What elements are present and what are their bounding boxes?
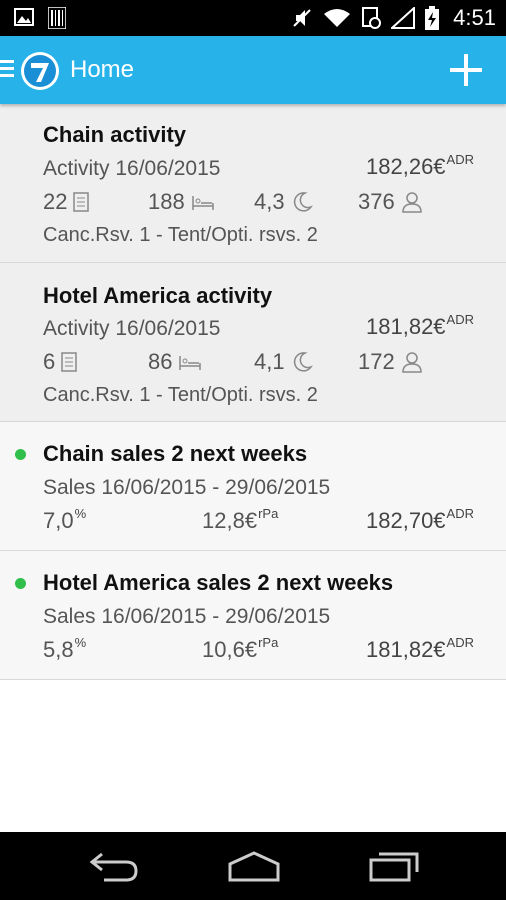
date-line: Sales 16/06/2015 - 29/06/2015: [43, 605, 331, 628]
document-icon: [61, 352, 77, 372]
stat-guests: 376: [358, 189, 423, 215]
recents-icon[interactable]: [368, 850, 420, 882]
card-chain-sales[interactable]: Chain sales 2 next weeks Sales 16/06/201…: [0, 422, 506, 551]
stat-avg-stay: 4,1: [254, 349, 313, 375]
image-icon: [14, 8, 34, 26]
cancellations-line: Canc.Rsv. 1 - Tent/Opti. rsvs. 2: [43, 384, 318, 406]
stat-avg-stay: 4,3: [254, 189, 313, 215]
status-bar: 4:51: [0, 0, 506, 36]
rpa-value: 12,8€rPa: [202, 506, 279, 533]
date-line: Sales 16/06/2015 - 29/06/2015: [43, 476, 331, 499]
system-nav-bar: [0, 832, 506, 900]
sync-icon: [362, 7, 382, 29]
adr-value: 181,82€ADR: [366, 312, 474, 339]
bed-icon: [191, 196, 214, 210]
signal-icon: [391, 7, 416, 29]
wifi-icon: [324, 9, 351, 27]
app-logo[interactable]: [20, 51, 60, 91]
battery-icon: [425, 6, 440, 30]
page-title: Home: [70, 56, 135, 83]
status-indicator: [15, 578, 26, 589]
adr-value: 182,26€ADR: [366, 152, 474, 179]
card-hotel-america-activity[interactable]: Hotel America activity Activity 16/06/20…: [0, 263, 506, 422]
date-line: Activity 16/06/2015: [43, 317, 221, 340]
status-indicator: [15, 449, 26, 460]
stat-nights: 188: [148, 189, 215, 215]
card-chain-activity[interactable]: Chain activity Activity 16/06/2015 182,2…: [0, 104, 506, 263]
barcode-icon: [48, 7, 66, 29]
card-title: Chain activity: [43, 122, 187, 147]
clock: 4:51: [453, 5, 496, 30]
occupancy-pct: 7,0%: [43, 506, 87, 533]
mute-icon: [293, 9, 311, 27]
adr-value: 182,70€ADR: [366, 506, 474, 533]
rpa-value: 10,6€rPa: [202, 635, 279, 662]
card-title: Hotel America sales 2 next weeks: [43, 570, 394, 595]
back-icon[interactable]: [86, 850, 140, 882]
stat-reservations: 6: [43, 349, 77, 375]
stat-nights: 86: [148, 349, 202, 375]
home-icon[interactable]: [226, 850, 282, 882]
moon-icon: [293, 192, 313, 212]
person-icon: [401, 352, 422, 373]
card-title: Chain sales 2 next weeks: [43, 441, 308, 466]
stat-reservations: 22: [43, 189, 90, 215]
moon-icon: [293, 352, 313, 372]
stat-guests: 172: [358, 349, 423, 375]
cancellations-line: Canc.Rsv. 1 - Tent/Opti. rsvs. 2: [43, 224, 318, 246]
card-title: Hotel America activity: [43, 283, 273, 308]
document-icon: [73, 192, 90, 212]
adr-value: 181,82€ADR: [366, 635, 474, 662]
card-hotel-america-sales[interactable]: Hotel America sales 2 next weeks Sales 1…: [0, 551, 506, 680]
date-line: Activity 16/06/2015: [43, 157, 221, 180]
add-icon[interactable]: [448, 52, 484, 88]
person-icon: [401, 192, 422, 213]
menu-icon[interactable]: [0, 60, 14, 78]
dashboard-list: Chain activity Activity 16/06/2015 182,2…: [0, 104, 506, 832]
occupancy-pct: 5,8%: [43, 635, 87, 662]
action-bar: Home: [0, 36, 506, 104]
bed-icon: [179, 356, 202, 370]
